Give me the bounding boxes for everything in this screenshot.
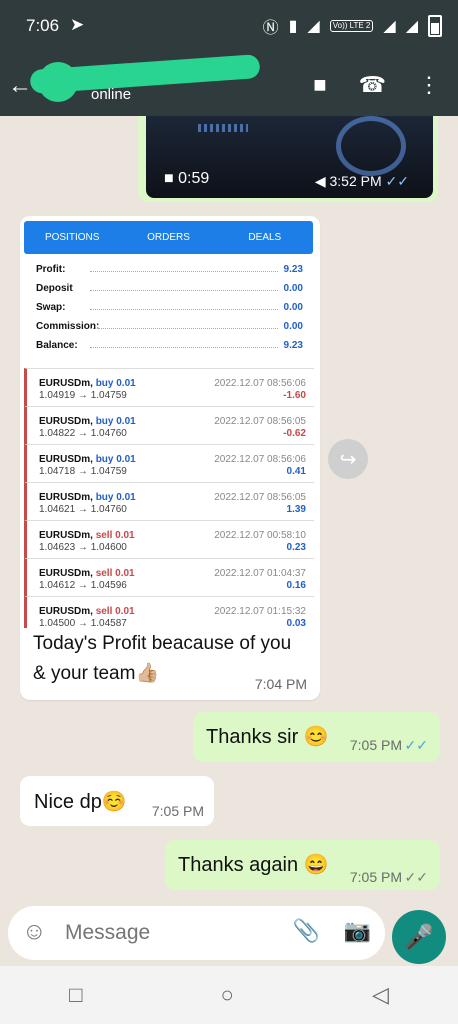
message-time: 7:05 PM	[349, 869, 402, 885]
trade-row: EURUSDm, sell 0.01 1.04500 → 1.04587 2022.…	[24, 596, 314, 628]
tab-orders: ORDERS	[147, 232, 190, 243]
message-time: 7:05 PM	[349, 737, 402, 753]
microphone-icon: 🎤	[404, 923, 434, 951]
message-input[interactable]	[63, 918, 277, 948]
trade-list: EURUSDm, buy 0.01 1.04919 → 1.04759 2022.1…	[24, 368, 314, 628]
blush-icon: ☺️	[101, 791, 127, 813]
recent-apps-icon[interactable]: □	[69, 982, 82, 1008]
video-glow-art	[336, 116, 406, 176]
summary-value: 0.00	[283, 321, 303, 332]
summary-row: Commission: 0.00	[36, 317, 303, 336]
video-message[interactable]: ■ 0:59 ◀ 3:52 PM ✓✓	[138, 116, 438, 202]
vibrate-icon: ▮	[288, 18, 298, 35]
network-badge: Vo)) LTE 2	[329, 20, 374, 32]
incoming-message[interactable]: Nice dp☺️ 7:05 PM	[20, 776, 214, 826]
summary-value: 9.23	[283, 340, 303, 351]
emoji-icon[interactable]: ☺	[22, 918, 47, 946]
summary-label: Swap:	[36, 302, 66, 313]
outgoing-message[interactable]: Thanks sir 😊 7:05 PM ✓✓	[193, 712, 440, 762]
message-text: Thanks again 😄	[178, 854, 329, 876]
summary-label: Deposit	[36, 283, 73, 294]
tab-positions: POSITIONS	[44, 232, 100, 243]
battery-icon	[428, 15, 442, 37]
trade-row: EURUSDm, buy 0.01 1.04822 → 1.04760 2022.1…	[24, 406, 314, 444]
back-navigation-icon[interactable]: ◁	[372, 982, 389, 1008]
wifi-icon: ◢	[307, 18, 320, 35]
video-duration: ■ 0:59	[164, 170, 210, 187]
attachment-icon[interactable]: 📎	[293, 918, 320, 944]
summary-row: Balance: 9.23	[36, 336, 303, 355]
summary-value: 0.00	[283, 302, 303, 313]
telegram-icon: ➤	[70, 15, 85, 34]
message-time: 7:05 PM	[151, 803, 204, 819]
summary-row: Deposit 0.00	[36, 279, 303, 298]
message-text: Nice dp☺️	[34, 791, 127, 813]
outgoing-message[interactable]: Thanks again 😄 7:05 PM ✓✓	[165, 840, 440, 890]
summary-row: Swap: 0.00	[36, 298, 303, 317]
trade-row: EURUSDm, sell 0.01 1.04612 → 1.04596 2022.…	[24, 558, 314, 596]
status-time: 7:06	[26, 16, 60, 35]
thumbs-up-icon: 👍🏼	[135, 663, 160, 684]
trading-screenshot-message[interactable]: POSITIONS ORDERS DEALS Profit: 9.23 Depos…	[20, 216, 320, 700]
message-composer: ☺ 📎 📷 🎤	[0, 906, 458, 966]
summary-value: 0.00	[283, 283, 303, 294]
signal-icon-2: ◢	[405, 18, 418, 35]
tab-deals: DEALS	[248, 232, 282, 243]
chat-header: ← online ■ ☎ ⋮	[0, 54, 458, 116]
account-summary: Profit: 9.23 Deposit 0.00 Swap: 0.00 Commis…	[36, 260, 303, 355]
summary-label: Commission:	[36, 321, 100, 332]
video-thumbnail[interactable]: ■ 0:59 ◀ 3:52 PM ✓✓	[146, 116, 433, 198]
trading-tabs: POSITIONS ORDERS DEALS	[24, 221, 313, 254]
system-navigation-bar: □ ○ ◁	[0, 966, 458, 1024]
trade-row: EURUSDm, buy 0.01 1.04718 → 1.04759 2022.1…	[24, 444, 314, 482]
read-receipt-icon: ✓✓	[404, 737, 428, 753]
camera-icon[interactable]: 📷	[344, 918, 371, 944]
call-actions: ■ ☎ ⋮	[313, 72, 440, 98]
trade-row: EURUSDm, sell 0.01 1.04623 → 1.04600 2022.…	[24, 520, 314, 558]
contact-status: online	[91, 86, 132, 103]
message-text: Thanks sir 😊	[206, 726, 329, 748]
forward-icon[interactable]: ↪	[328, 439, 368, 479]
status-bar: 7:06 ➤ Ⓝ ▮ ◢ Vo)) LTE 2 ◢ ◢	[0, 0, 458, 54]
trade-row: EURUSDm, buy 0.01 1.04919 → 1.04759 2022.1…	[24, 368, 314, 406]
microphone-button[interactable]: 🎤	[392, 910, 446, 964]
summary-label: Profit:	[36, 264, 66, 275]
signal-icon: ◢	[383, 18, 396, 35]
back-icon[interactable]: ←	[8, 72, 32, 100]
trade-row: EURUSDm, buy 0.01 1.04621 → 1.04760 2022.1…	[24, 482, 314, 520]
message-time: 7:04 PM	[254, 676, 307, 692]
phone-icon[interactable]: ☎	[359, 72, 386, 98]
smile-icon: 😊	[303, 726, 329, 748]
contact-name-redacted[interactable]	[29, 54, 261, 94]
grin-icon: 😄	[303, 854, 329, 876]
video-time: ◀ 3:52 PM ✓✓	[314, 173, 409, 189]
video-chart-art	[198, 124, 248, 132]
message-input-container[interactable]: ☺ 📎 📷	[8, 906, 385, 960]
nfc-icon: Ⓝ	[262, 20, 279, 37]
video-call-icon[interactable]: ■	[313, 72, 326, 98]
summary-label: Balance:	[36, 340, 78, 351]
status-icons: Ⓝ ▮ ◢ Vo)) LTE 2 ◢ ◢	[263, 14, 442, 38]
summary-value: 9.23	[283, 264, 303, 275]
home-icon[interactable]: ○	[221, 982, 234, 1008]
summary-row: Profit: 9.23	[36, 260, 303, 279]
chat-area: ■ 0:59 ◀ 3:52 PM ✓✓ POSITIONS ORDERS DEA…	[0, 116, 458, 906]
delivered-receipt-icon: ✓✓	[404, 869, 428, 885]
more-options-icon[interactable]: ⋮	[418, 72, 440, 98]
